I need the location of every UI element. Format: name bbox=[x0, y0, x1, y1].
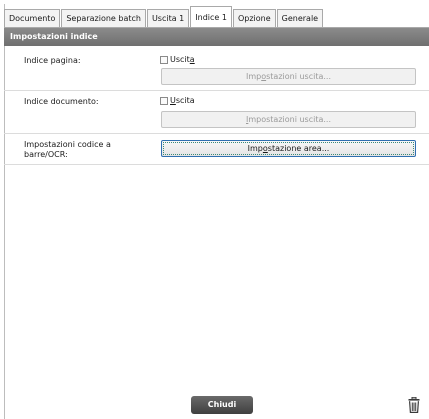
row-divider bbox=[4, 90, 429, 91]
tab-separazione-batch[interactable]: Separazione batch bbox=[61, 9, 146, 27]
dialog-frame bbox=[4, 4, 429, 419]
page-index-output-settings-button[interactable]: Impostazioni uscita... bbox=[161, 68, 416, 85]
checkbox-label: Uscita bbox=[170, 55, 195, 64]
document-index-output-checkbox[interactable]: Uscita bbox=[160, 96, 195, 105]
document-index-output-settings-button[interactable]: Impostazioni uscita... bbox=[161, 111, 416, 128]
section-title: Impostazioni indice bbox=[4, 28, 429, 46]
barcode-ocr-label: Impostazioni codice a barre/OCR: bbox=[24, 140, 111, 159]
checkbox-label: Uscita bbox=[170, 96, 195, 105]
tab-generale[interactable]: Generale bbox=[276, 9, 324, 27]
document-index-label: Indice documento: bbox=[24, 97, 99, 106]
checkbox-box[interactable] bbox=[160, 55, 168, 64]
tab-bar: Documento Separazione batch Uscita 1 Ind… bbox=[4, 5, 324, 28]
checkbox-box[interactable] bbox=[160, 96, 168, 105]
page-index-output-checkbox[interactable]: Uscita bbox=[160, 55, 195, 64]
close-button[interactable]: Chiudi bbox=[191, 396, 253, 414]
page-index-label: Indice pagina: bbox=[24, 56, 81, 65]
trash-icon[interactable] bbox=[408, 396, 420, 413]
tab-indice-1[interactable]: Indice 1 bbox=[190, 6, 232, 28]
area-settings-button[interactable]: Impostazione area... bbox=[161, 140, 416, 157]
row-divider bbox=[4, 133, 429, 134]
tab-uscita-1[interactable]: Uscita 1 bbox=[146, 9, 190, 27]
tab-documento[interactable]: Documento bbox=[4, 9, 61, 27]
tab-opzione[interactable]: Opzione bbox=[232, 9, 276, 27]
row-divider bbox=[4, 164, 429, 165]
